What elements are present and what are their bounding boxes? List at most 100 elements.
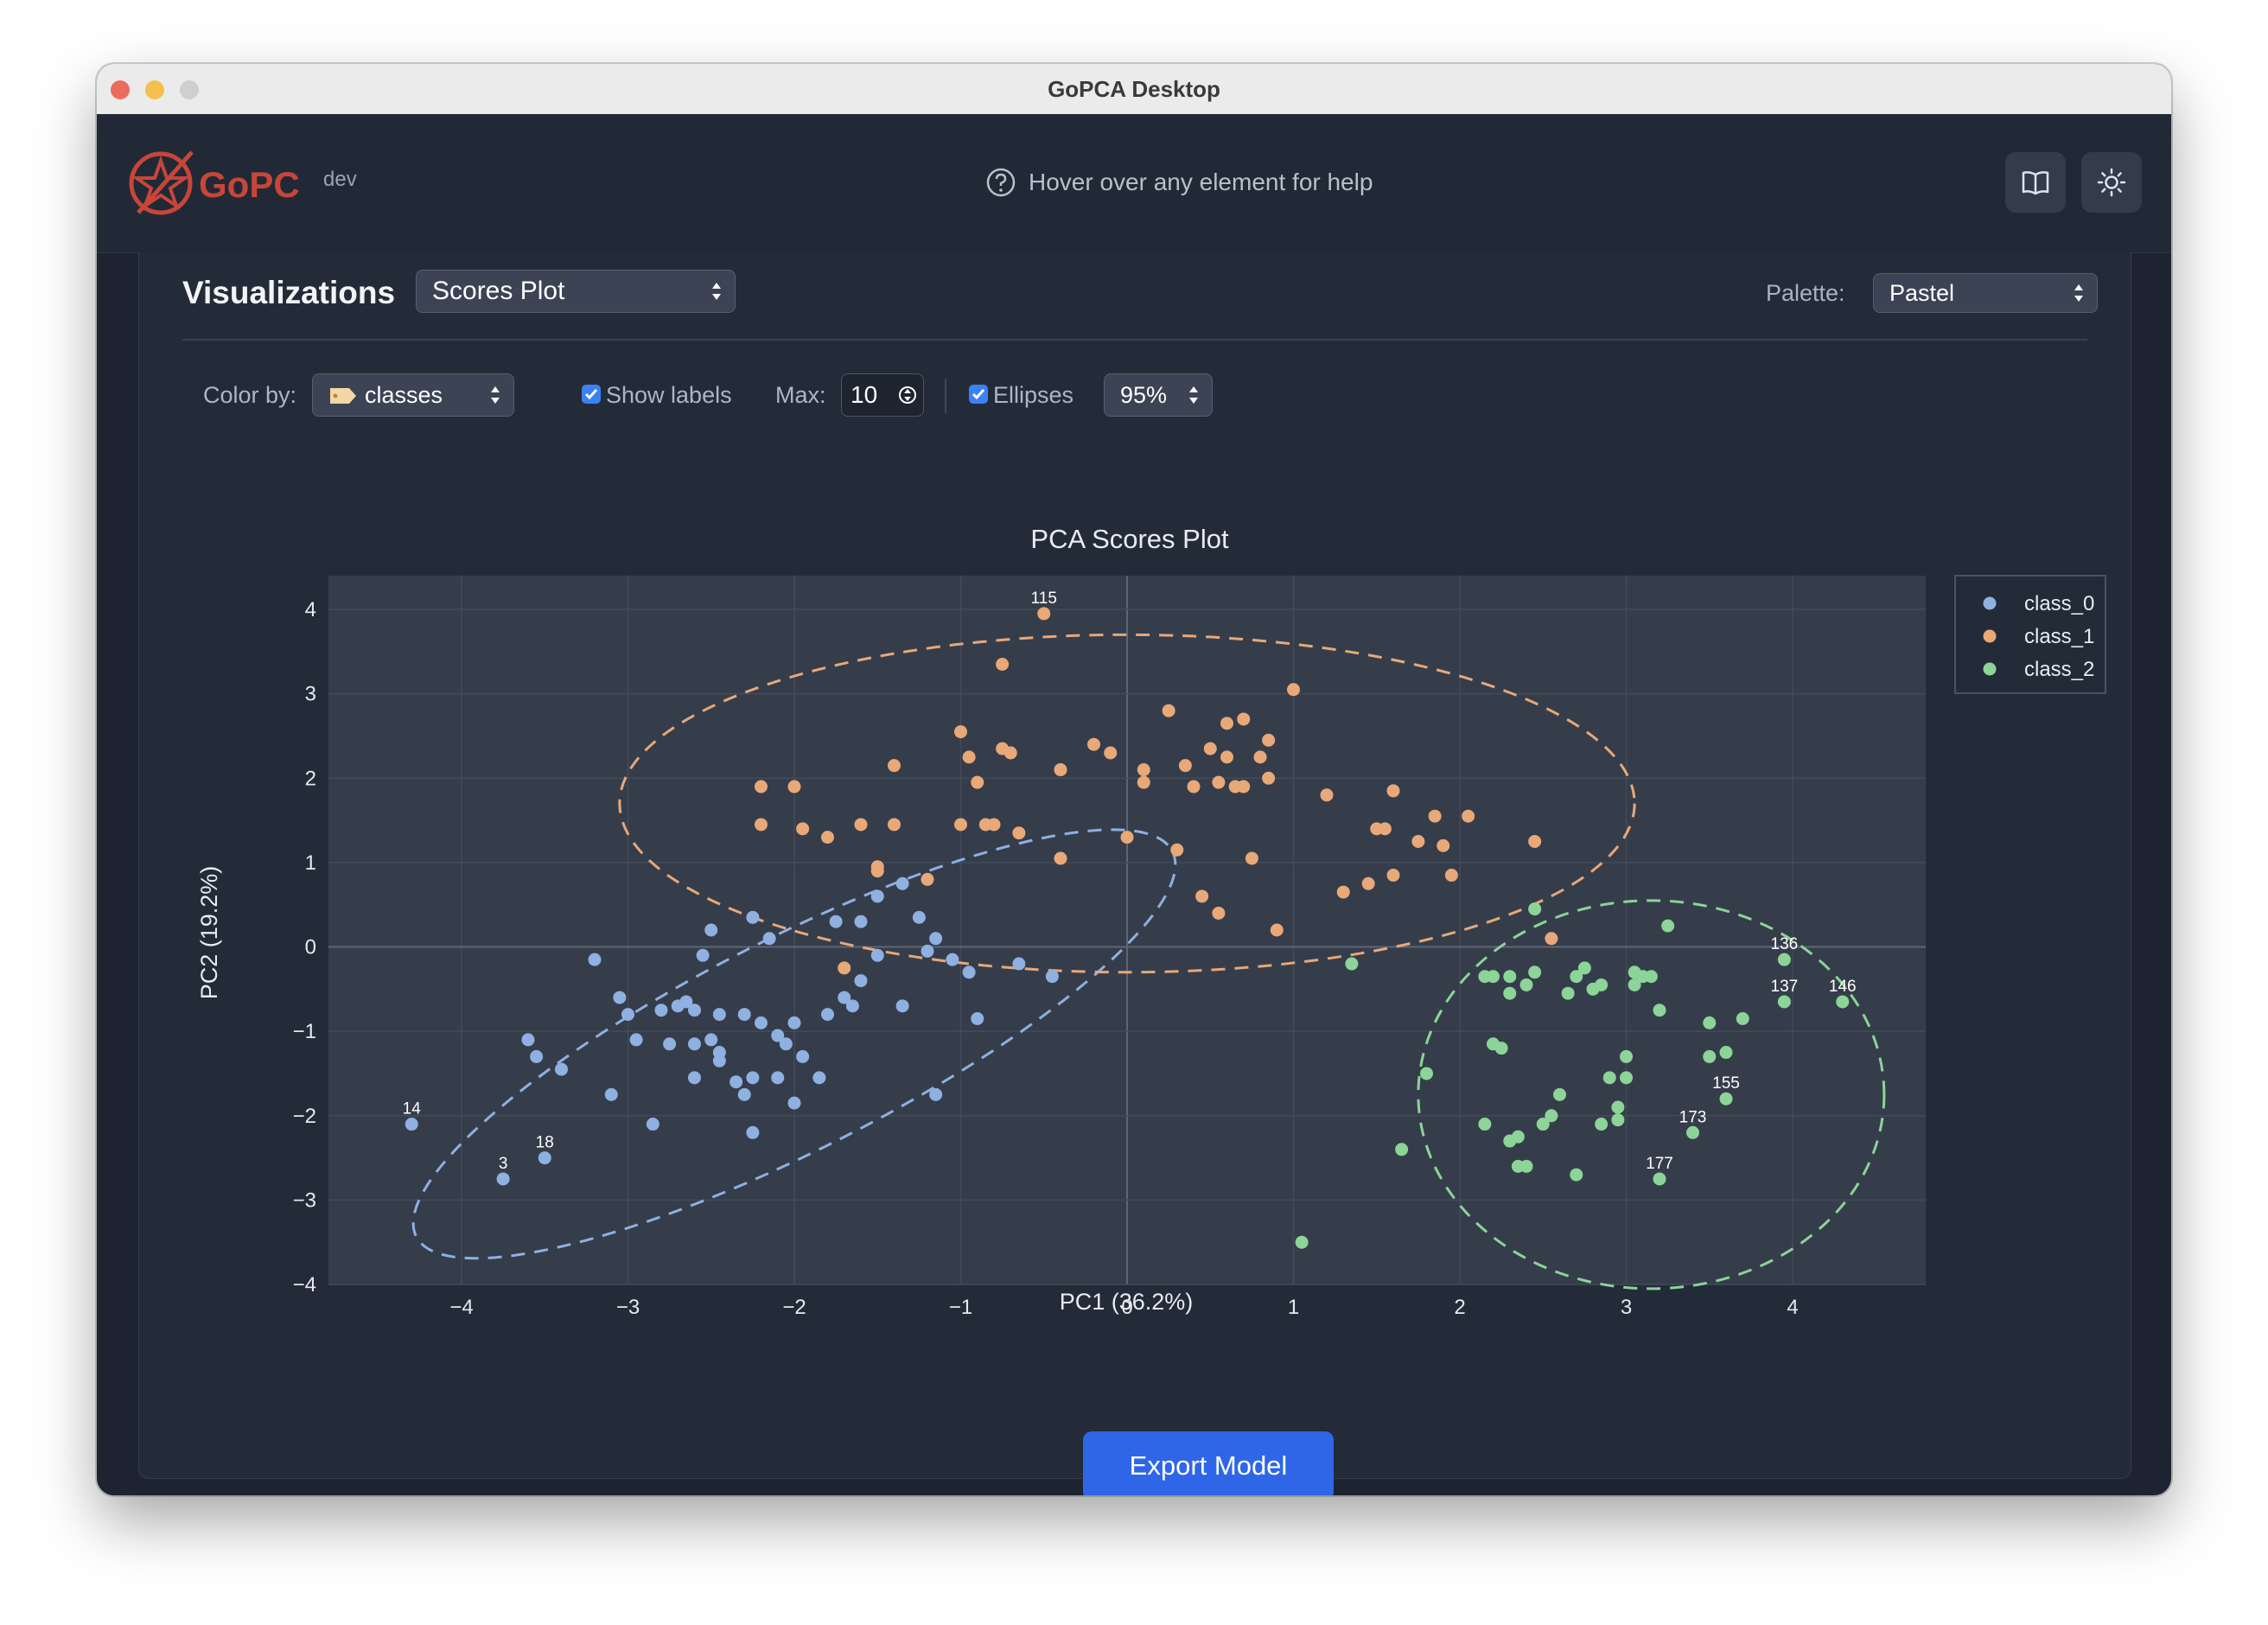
sun-icon (2097, 168, 2126, 197)
scatter-point-class_1 (796, 822, 810, 836)
scatter-point-class_0 (646, 1118, 659, 1131)
scatter-point-class_0 (704, 1033, 718, 1047)
scatter-point-class_0 (1012, 957, 1026, 971)
scatter-point-class_1 (1320, 788, 1334, 802)
scatter-point-class_1 (888, 818, 901, 832)
scatter-point-class_1 (1012, 826, 1026, 840)
y-axis-title: PC2 (19.2%) (196, 866, 222, 1000)
scatter-point-class_2 (1653, 1172, 1666, 1186)
scatter-point-class_0 (696, 948, 710, 962)
scatter-point-class_2 (1295, 1235, 1309, 1249)
scatter-point-class_2 (1719, 1046, 1733, 1060)
scatter-point-class_0 (688, 1004, 701, 1017)
scatter-point-class_0 (654, 1004, 668, 1017)
scatter-point-class_2 (1519, 978, 1533, 991)
y-tick-label: −1 (293, 1020, 316, 1043)
scatter-point-class_1 (1428, 809, 1442, 823)
scatter-point-class_1 (1287, 683, 1300, 697)
scatter-point-class_1 (971, 775, 984, 789)
pca-scores-plot[interactable]: PCA Scores Plot −4 −3 −2 −1 0 1 2 3 443210−1−2−3… (139, 252, 2131, 1376)
scatter-point-class_0 (845, 999, 859, 1013)
title-bar: GoPCA Desktop (97, 64, 2171, 115)
y-tick-label: −3 (293, 1188, 316, 1212)
scatter-point-class_0 (895, 876, 909, 890)
scatter-point-class_2 (1653, 1004, 1666, 1017)
scatter-point-class_1 (1528, 835, 1542, 848)
scatter-point-class_1 (996, 658, 1010, 671)
point-label: 173 (1679, 1108, 1707, 1126)
scatter-point-class_0 (688, 1037, 701, 1051)
scatter-point-class_2 (1595, 978, 1609, 991)
scatter-point-class_0 (704, 923, 718, 937)
scatter-point-class_0 (555, 1062, 568, 1076)
scatter-point-class_1 (787, 780, 801, 793)
scatter-point-class_1 (1262, 733, 1276, 747)
scatter-point-class_0 (1045, 970, 1059, 984)
scatter-point-class_1 (1378, 822, 1392, 836)
scatter-point-class_2 (1478, 1118, 1492, 1131)
scatter-point-class_0 (712, 1046, 726, 1060)
scatter-point-class_2 (1511, 1130, 1525, 1144)
scatter-point-class_0 (829, 914, 843, 928)
scatter-point-class_1 (1386, 784, 1400, 798)
scatter-point-class_2 (1503, 970, 1517, 984)
legend-label: class_2 (2024, 658, 2094, 681)
scatter-point-class_2 (1703, 1049, 1717, 1063)
point-label: 14 (403, 1100, 422, 1118)
scatter-point-class_2 (1777, 995, 1791, 1009)
x-tick-label: −2 (782, 1296, 806, 1319)
scatter-point-class_0 (737, 1008, 751, 1022)
scatter-point-class_1 (1054, 763, 1067, 777)
scatter-point-class_2 (1570, 1168, 1583, 1182)
scatter-point-class_0 (604, 1087, 618, 1101)
scatter-point-class_0 (929, 1087, 943, 1101)
scatter-point-class_2 (1703, 1016, 1717, 1029)
scatter-point-class_1 (1545, 932, 1558, 946)
scatter-point-class_2 (1777, 953, 1791, 966)
question-circle-icon (986, 168, 1016, 197)
scatter-point-class_2 (1595, 1118, 1609, 1131)
scatter-point-class_1 (821, 831, 834, 844)
scatter-point-class_0 (779, 1037, 793, 1051)
x-tick-label: −4 (449, 1296, 473, 1319)
scatter-point-class_1 (1462, 809, 1475, 823)
scatter-point-class_2 (1528, 902, 1542, 916)
legend-label: class_0 (2024, 592, 2094, 615)
scatter-point-class_0 (854, 974, 868, 988)
scatter-point-class_0 (821, 1008, 834, 1022)
x-tick-label: 2 (1454, 1296, 1465, 1319)
legend-marker-class_1 (1983, 629, 1997, 643)
scatter-point-class_1 (987, 818, 1001, 832)
theme-toggle-button[interactable] (2081, 152, 2142, 213)
scatter-point-class_1 (1203, 742, 1217, 755)
scatter-point-class_1 (1195, 889, 1209, 903)
scatter-point-class_2 (1620, 1071, 1633, 1085)
x-axis-title: PC1 (36.2%) (1060, 1289, 1194, 1315)
scatter-point-class_2 (1644, 970, 1658, 984)
scatter-point-class_2 (1519, 1159, 1533, 1173)
scatter-point-class_1 (1037, 607, 1051, 621)
scatter-point-class_0 (762, 932, 776, 946)
help-text: Hover over any element for help (1029, 169, 1373, 195)
scatter-point-class_0 (621, 1008, 634, 1022)
point-label: 177 (1646, 1155, 1673, 1173)
scatter-point-class_0 (729, 1075, 743, 1089)
scatter-point-class_0 (712, 1008, 726, 1022)
scatter-point-class_1 (838, 961, 851, 975)
y-tick-label: 2 (305, 767, 316, 790)
x-tick-label: 1 (1288, 1296, 1299, 1319)
scatter-point-class_2 (1487, 970, 1500, 984)
x-tick-label: 4 (1787, 1296, 1798, 1319)
scatter-point-class_1 (1087, 737, 1100, 751)
scatter-point-class_0 (663, 1037, 677, 1051)
scatter-point-class_1 (1361, 876, 1375, 890)
scatter-point-class_2 (1836, 995, 1850, 1009)
scatter-point-class_0 (746, 910, 760, 924)
help-hint: Hover over any element for help (985, 161, 1373, 204)
documentation-button[interactable] (2005, 152, 2066, 213)
scatter-point-class_0 (912, 910, 926, 924)
export-model-button[interactable]: Export Model (1083, 1431, 1334, 1495)
scatter-point-class_1 (755, 818, 768, 832)
scatter-point-class_2 (1345, 957, 1359, 971)
scatter-point-class_2 (1528, 965, 1542, 979)
